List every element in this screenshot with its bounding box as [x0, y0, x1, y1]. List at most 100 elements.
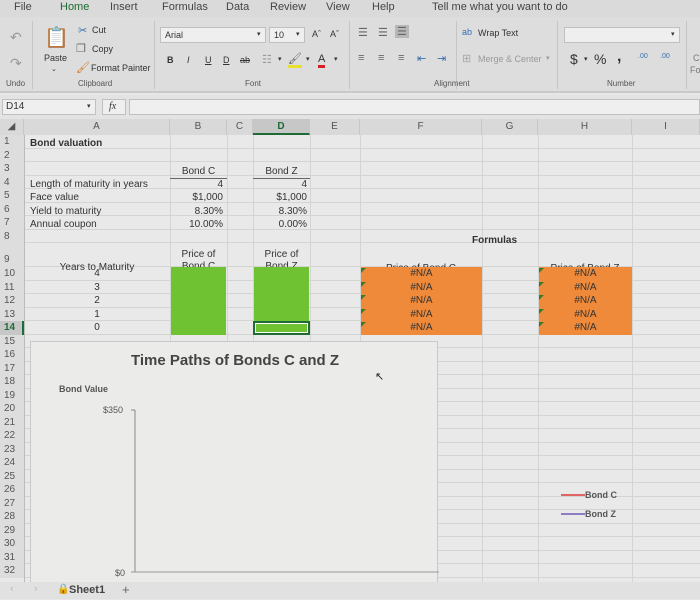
align-right-icon[interactable]: ≡ — [398, 52, 404, 64]
row-header-31[interactable]: 31 — [0, 550, 24, 564]
menu-formulas[interactable]: Formulas — [162, 1, 208, 13]
align-left-icon[interactable]: ≡ — [358, 52, 364, 64]
row-header-13[interactable]: 13 — [0, 307, 24, 321]
scroll-left-icon[interactable]: ‹ — [10, 583, 14, 595]
decrease-decimal-button[interactable]: .00 — [660, 53, 670, 60]
percent-button[interactable]: % — [594, 51, 606, 67]
formula-input[interactable] — [129, 99, 700, 115]
underline-button[interactable]: U — [205, 55, 212, 65]
align-center-icon[interactable]: ≡ — [378, 52, 384, 64]
years-to-maturity-value[interactable]: 0 — [24, 321, 170, 334]
column-header-b[interactable]: B — [170, 119, 227, 135]
column-header-a[interactable]: A — [24, 119, 170, 135]
price-bond-c-cells[interactable] — [171, 267, 226, 335]
formula-bond-z-value[interactable]: #N/A — [539, 281, 632, 294]
double-underline-button[interactable]: D — [223, 55, 230, 65]
cell-b5-value[interactable]: $1,000 — [170, 191, 223, 204]
column-header-h[interactable]: H — [538, 119, 632, 135]
row-header-25[interactable]: 25 — [0, 469, 24, 483]
cell-a6-label[interactable]: Yield to maturity — [30, 205, 101, 218]
font-name-select[interactable]: Arial ▾ — [160, 27, 266, 43]
chevron-down-icon[interactable]: ▾ — [546, 54, 550, 62]
cell-d6-value[interactable]: 8.30% — [253, 205, 307, 218]
row-header-30[interactable]: 30 — [0, 537, 24, 551]
row-header-22[interactable]: 22 — [0, 429, 24, 443]
row-header-26[interactable]: 26 — [0, 483, 24, 497]
error-indicator-icon[interactable] — [361, 308, 366, 314]
row-header-1[interactable]: 1 — [0, 135, 24, 149]
paste-button[interactable]: Paste — [44, 53, 67, 63]
row-header-18[interactable]: 18 — [0, 375, 24, 389]
row-header-11[interactable]: 11 — [0, 280, 24, 294]
column-header-i[interactable]: I — [632, 119, 700, 135]
align-middle-icon[interactable]: ☰ — [378, 26, 388, 39]
row-header-3[interactable]: 3 — [0, 162, 24, 176]
align-bottom-icon[interactable]: ☰ — [395, 25, 409, 38]
select-all-corner[interactable]: ◢ — [0, 119, 24, 135]
years-to-maturity-value[interactable]: 2 — [24, 294, 170, 307]
copy-button[interactable]: Copy — [92, 44, 113, 54]
column-header-g[interactable]: G — [482, 119, 538, 135]
italic-button[interactable]: I — [187, 55, 190, 65]
active-cell-d14[interactable] — [253, 321, 310, 335]
sheet-tab-sheet1[interactable]: Sheet1 — [69, 584, 105, 596]
menu-view[interactable]: View — [326, 1, 350, 13]
row-header-7[interactable]: 7 — [0, 216, 24, 230]
menu-insert[interactable]: Insert — [110, 1, 138, 13]
cell-a4-label[interactable]: Length of maturity in years — [30, 178, 148, 191]
cell-d5-value[interactable]: $1,000 — [253, 191, 307, 204]
row-header-21[interactable]: 21 — [0, 415, 24, 429]
error-indicator-icon[interactable] — [361, 281, 366, 287]
row-header-19[interactable]: 19 — [0, 388, 24, 402]
column-header-f[interactable]: F — [360, 119, 482, 135]
cell-d4-value[interactable]: 4 — [253, 178, 307, 191]
row-header-16[interactable]: 16 — [0, 348, 24, 362]
column-header-d[interactable]: D — [253, 119, 310, 135]
error-indicator-icon[interactable] — [361, 295, 366, 300]
row-header-15[interactable]: 15 — [0, 334, 24, 348]
row-header-9[interactable]: 9 — [0, 243, 24, 267]
error-indicator-icon[interactable] — [539, 281, 544, 287]
menu-home[interactable]: Home — [60, 1, 89, 13]
menu-help[interactable]: Help — [372, 1, 395, 13]
menu-data[interactable]: Data — [226, 1, 249, 13]
row-header-2[interactable]: 2 — [0, 148, 24, 162]
error-indicator-icon[interactable] — [539, 308, 544, 314]
years-to-maturity-value[interactable]: 4 — [24, 267, 170, 280]
cell-b4-value[interactable]: 4 — [170, 178, 223, 191]
cut-button[interactable]: Cut — [92, 25, 106, 35]
row-header-32[interactable]: 32 — [0, 564, 24, 578]
formula-bond-c-value[interactable]: #N/A — [361, 294, 482, 307]
merge-center-button[interactable]: Merge & Center — [478, 54, 542, 64]
error-indicator-icon[interactable] — [539, 268, 544, 273]
cell-b3-bond-c-header[interactable]: Bond C — [170, 165, 227, 179]
row-header-8[interactable]: 8 — [0, 229, 24, 243]
row-header-10[interactable]: 10 — [0, 267, 24, 281]
increase-decimal-button[interactable]: .00 — [638, 53, 648, 60]
paste-dropdown-icon[interactable]: ⌄ — [51, 65, 57, 73]
row-header-6[interactable]: 6 — [0, 202, 24, 216]
row-header-5[interactable]: 5 — [0, 189, 24, 203]
bold-button[interactable]: B — [167, 55, 174, 65]
cell-a5-label[interactable]: Face value — [30, 191, 79, 204]
formulas-label[interactable]: Formulas — [472, 234, 517, 247]
number-format-select[interactable]: ▾ — [564, 27, 680, 43]
add-sheet-button[interactable]: + — [122, 582, 130, 597]
cell-a7-label[interactable]: Annual coupon — [30, 218, 97, 231]
cell-b6-value[interactable]: 8.30% — [170, 205, 223, 218]
font-size-select[interactable]: 10 ▾ — [269, 27, 305, 43]
wrap-text-button[interactable]: Wrap Text — [478, 28, 518, 38]
tell-me-search[interactable]: Tell me what you want to do — [432, 1, 568, 13]
row-header-12[interactable]: 12 — [0, 294, 24, 308]
cell-a1-title[interactable]: Bond valuation — [30, 137, 102, 150]
formula-bond-z-value[interactable]: #N/A — [539, 294, 632, 307]
grow-font-button[interactable]: Aˆ — [312, 29, 321, 39]
undo-icon[interactable]: ↶ — [10, 29, 22, 46]
font-color-button[interactable]: A — [318, 53, 326, 68]
years-to-maturity-value[interactable]: 1 — [24, 308, 170, 321]
currency-button[interactable]: $ — [570, 51, 578, 67]
cell-d7-value[interactable]: 0.00% — [253, 218, 307, 231]
row-header-27[interactable]: 27 — [0, 496, 24, 510]
decrease-indent-icon[interactable]: ⇤ — [417, 52, 426, 65]
column-header-c[interactable]: C — [227, 119, 253, 135]
